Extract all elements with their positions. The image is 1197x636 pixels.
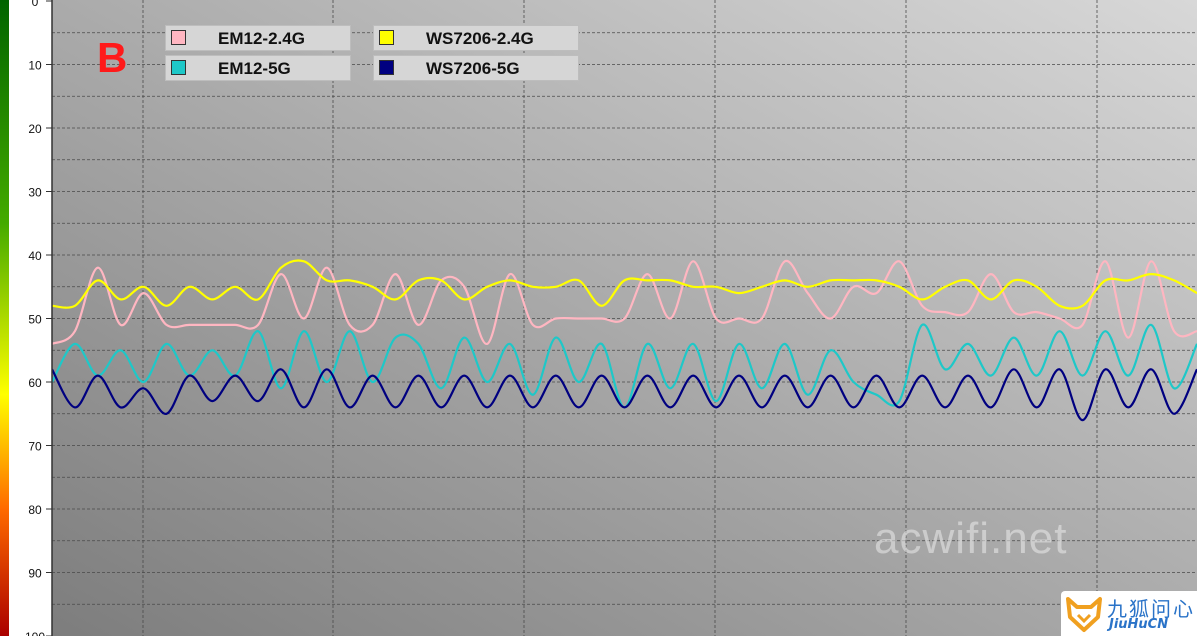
brand-logo: 九狐问心 JiuHuCN (1061, 591, 1197, 636)
legend-swatch-ws7206-5g (379, 60, 394, 75)
y-tick-label: 0 (32, 0, 39, 9)
legend-swatch-em12-5g (171, 60, 186, 75)
y-tick-label: 70 (28, 440, 42, 454)
legend-item-em12-2.4g: EM12-2.4G (165, 25, 351, 51)
y-tick-label: 10 (28, 59, 42, 73)
y-tick-label: 40 (28, 249, 42, 263)
y-tick-label: 50 (28, 313, 42, 327)
legend-item-ws7206-2.4g: WS7206-2.4G (373, 25, 579, 51)
legend-label-ws7206-5g: WS7206-5G (426, 59, 520, 78)
panel-label: B (97, 34, 128, 81)
legend-label-ws7206-2.4g: WS7206-2.4G (426, 29, 534, 48)
legend-swatch-em12-2.4g (171, 30, 186, 45)
y-tick-label: 90 (28, 567, 42, 581)
y-tick-label: 80 (28, 503, 42, 517)
legend-label-em12-5g: EM12-5G (218, 59, 291, 78)
logo-text-en: JiuHuCN (1109, 617, 1169, 632)
y-tick-label: 30 (28, 186, 42, 200)
legend-item-ws7206-5g: WS7206-5G (373, 55, 579, 81)
y-tick-label: 100 (25, 630, 45, 636)
y-tick-label: 60 (28, 376, 42, 390)
y-tick-label: 20 (28, 122, 42, 136)
legend-swatch-ws7206-2.4g (379, 30, 394, 45)
color-scale-bar (0, 0, 9, 636)
watermark-text: acwifi.net (874, 514, 1068, 563)
fox-logo-icon (1066, 597, 1102, 632)
legend-item-em12-5g: EM12-5G (165, 55, 351, 81)
legend-label-em12-2.4g: EM12-2.4G (218, 29, 305, 48)
